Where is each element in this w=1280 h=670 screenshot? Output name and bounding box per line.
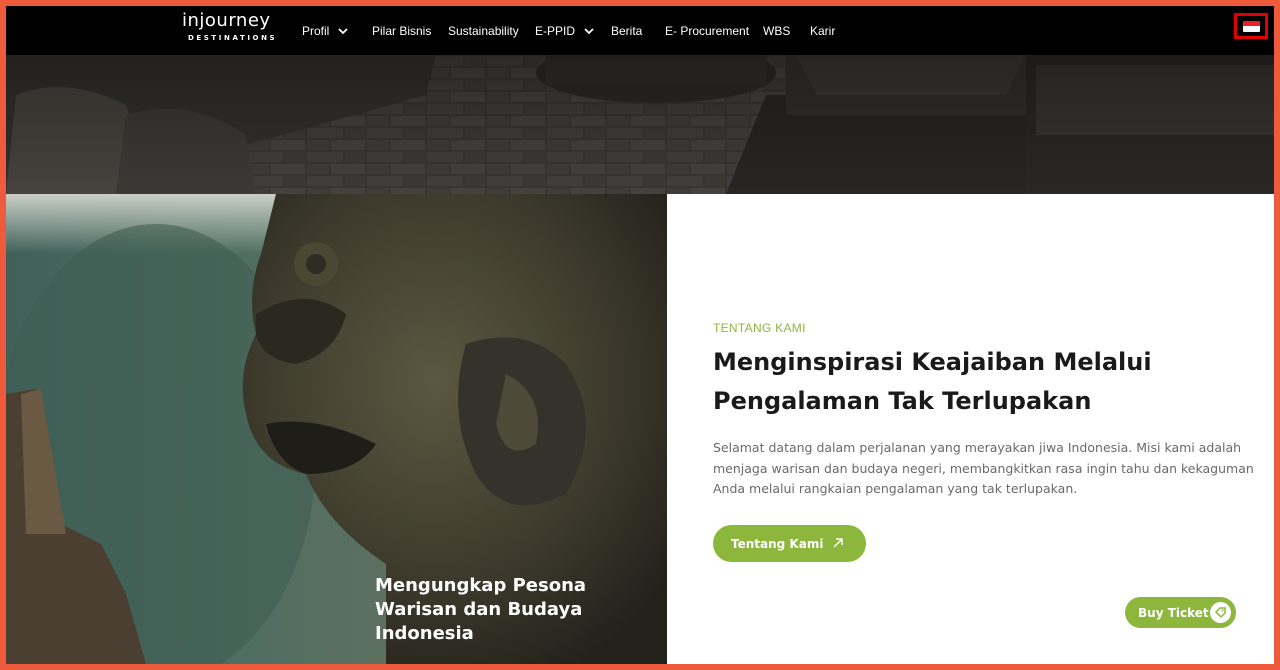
tentang-kami-button[interactable]: Tentang Kami bbox=[713, 525, 866, 562]
hero-banner-image bbox=[6, 55, 1274, 194]
section-description: Selamat datang dalam perjalanan yang mer… bbox=[713, 440, 1254, 496]
chevron-down-icon bbox=[338, 27, 348, 34]
page-frame: injourney DESTINATIONS Profil Pilar Bisn… bbox=[6, 6, 1274, 664]
nav-item-e-procurement[interactable]: E- Procurement bbox=[665, 6, 749, 55]
nav-item-wbs[interactable]: WBS bbox=[763, 6, 790, 55]
nav-label: E- Procurement bbox=[665, 23, 750, 38]
about-section: TENTANG KAMI Menginspirasi Keajaiban Mel… bbox=[667, 194, 1274, 664]
buy-ticket-label: Buy Ticket bbox=[1138, 605, 1209, 620]
hero-caption: Mengungkap Pesona Warisan dan Budaya Ind… bbox=[375, 575, 587, 644]
temple-stones-image bbox=[6, 55, 1274, 194]
logo-subtitle: DESTINATIONS bbox=[188, 34, 278, 42]
arrow-up-right-icon bbox=[833, 538, 843, 548]
nav-item-berita[interactable]: Berita bbox=[611, 6, 642, 55]
nav-label: Pilar Bisnis bbox=[372, 23, 432, 38]
statue-photo: Mengungkap Pesona Warisan dan Budaya Ind… bbox=[6, 194, 667, 664]
nav-item-sustainability[interactable]: Sustainability bbox=[448, 6, 519, 55]
nav-label: Berita bbox=[611, 23, 643, 38]
ticket-tag-icon bbox=[1210, 602, 1231, 623]
buy-ticket-button[interactable]: Buy Ticket bbox=[1125, 597, 1236, 628]
nav-item-e-ppid[interactable]: E-PPID bbox=[535, 6, 594, 55]
language-switch-button[interactable] bbox=[1234, 13, 1268, 39]
brand-logo[interactable]: injourney DESTINATIONS bbox=[182, 10, 278, 46]
cta-label: Tentang Kami bbox=[731, 536, 824, 551]
nav-item-karir[interactable]: Karir bbox=[810, 6, 835, 55]
nav-label: Sustainability bbox=[448, 23, 519, 38]
nav-label: Karir bbox=[810, 23, 836, 38]
nav-label: E-PPID bbox=[535, 23, 576, 38]
nav-label: WBS bbox=[763, 23, 791, 38]
nav-label: Profil bbox=[302, 23, 330, 38]
logo-wordmark: injourney bbox=[182, 10, 271, 31]
indonesia-flag-icon bbox=[1242, 20, 1260, 32]
nav-item-profil[interactable]: Profil bbox=[302, 6, 348, 55]
section-eyebrow: TENTANG KAMI bbox=[713, 321, 806, 335]
nav-item-pilar-bisnis[interactable]: Pilar Bisnis bbox=[372, 6, 431, 55]
section-headline: Menginspirasi Keajaiban Melalui Pengalam… bbox=[713, 348, 1152, 415]
top-navbar: injourney DESTINATIONS Profil Pilar Bisn… bbox=[6, 6, 1274, 55]
chevron-down-icon bbox=[584, 27, 594, 34]
